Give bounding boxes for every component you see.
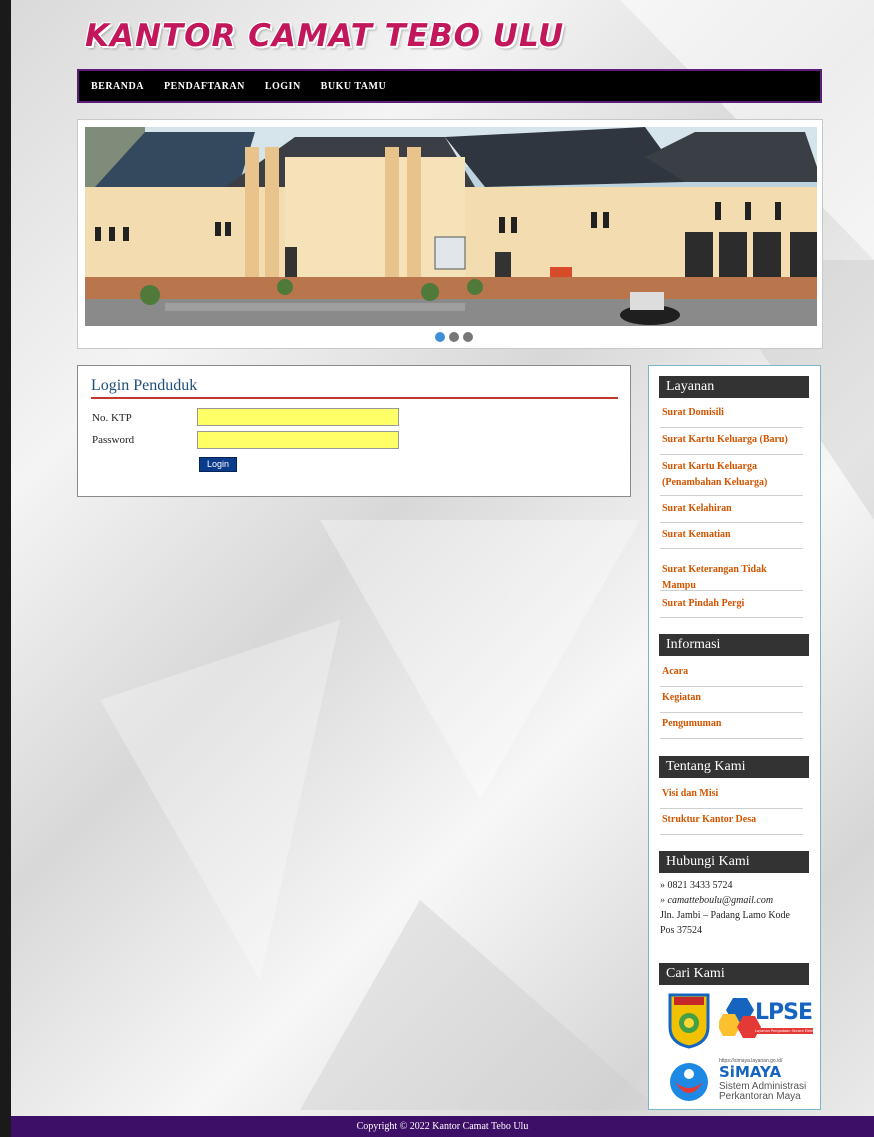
contact-address: Jln. Jambi – Padang Lamo Kode Pos 37524 bbox=[660, 910, 790, 936]
link-acara[interactable]: Acara bbox=[662, 664, 802, 680]
link-surat-kk-baru[interactable]: Surat Kartu Keluarga (Baru) bbox=[662, 432, 802, 448]
divider bbox=[660, 454, 803, 455]
link-surat-kematian[interactable]: Surat Kematian bbox=[662, 527, 802, 543]
divider bbox=[660, 808, 803, 809]
slider-dot-2[interactable] bbox=[449, 332, 459, 342]
hubungi-heading: Hubungi Kami bbox=[659, 851, 809, 873]
login-title: Login Penduduk bbox=[91, 377, 618, 399]
simaya-logo[interactable]: https://simaya.layanan.go.id/ SiMAYA Sis… bbox=[669, 1056, 814, 1106]
left-frame-border bbox=[0, 0, 11, 1137]
slide-image-office-building bbox=[85, 127, 817, 326]
slider-dot-3[interactable] bbox=[463, 332, 473, 342]
kabupaten-tebo-emblem-icon[interactable] bbox=[666, 991, 712, 1049]
divider bbox=[660, 548, 803, 549]
slider-dots bbox=[435, 332, 473, 342]
divider bbox=[660, 495, 803, 496]
nav-item-beranda[interactable]: BERANDA bbox=[91, 81, 144, 92]
footer: Copyright © 2022 Kantor Camat Tebo Ulu bbox=[11, 1116, 874, 1137]
divider bbox=[660, 427, 803, 428]
link-surat-pindah-pergi[interactable]: Surat Pindah Pergi bbox=[662, 596, 802, 612]
divider bbox=[660, 712, 803, 713]
contact-email: » camatteboulu@gmail.com bbox=[660, 895, 774, 906]
ktp-label: No. KTP bbox=[92, 412, 132, 424]
link-surat-kk-penambahan[interactable]: Surat Kartu Keluarga (Penambahan Keluarg… bbox=[662, 459, 802, 491]
divider bbox=[660, 522, 803, 523]
link-kegiatan[interactable]: Kegiatan bbox=[662, 690, 802, 706]
link-surat-domisili[interactable]: Surat Domisili bbox=[662, 405, 802, 421]
lpse-subtitle: Layanan Pengadaan Secara Elektronik bbox=[755, 1028, 813, 1034]
site-title: KANTOR CAMAT TEBO ULU bbox=[85, 18, 565, 54]
tentang-heading: Tentang Kami bbox=[659, 756, 809, 778]
nav-item-pendaftaran[interactable]: PENDAFTARAN bbox=[164, 81, 245, 92]
login-button[interactable]: Login bbox=[199, 457, 237, 472]
slider-dot-1[interactable] bbox=[435, 332, 445, 342]
contact-phone: » 0821 3433 5724 bbox=[660, 880, 733, 891]
login-panel: Login Penduduk No. KTP Password Login bbox=[77, 365, 631, 497]
image-slider bbox=[77, 119, 823, 349]
link-struktur-kantor[interactable]: Struktur Kantor Desa bbox=[662, 812, 802, 828]
password-input[interactable] bbox=[197, 431, 399, 449]
informasi-heading: Informasi bbox=[659, 634, 809, 656]
divider bbox=[660, 686, 803, 687]
divider bbox=[660, 590, 803, 591]
nav-item-buku-tamu[interactable]: BUKU TAMU bbox=[321, 81, 387, 92]
ktp-input[interactable] bbox=[197, 408, 399, 426]
lpse-text: LPSE bbox=[755, 1000, 813, 1025]
layanan-heading: Layanan bbox=[659, 376, 809, 398]
sidebar: Layanan Surat Domisili Surat Kartu Kelua… bbox=[648, 365, 821, 1110]
main-nav: BERANDA PENDAFTARAN LOGIN BUKU TAMU bbox=[77, 69, 822, 103]
simaya-emblem-icon bbox=[670, 1063, 708, 1101]
link-visi-misi[interactable]: Visi dan Misi bbox=[662, 786, 802, 802]
divider bbox=[660, 738, 803, 739]
link-pengumuman[interactable]: Pengumuman bbox=[662, 716, 802, 732]
simaya-line2: Perkantoran Maya bbox=[719, 1091, 801, 1102]
simaya-name: SiMAYA bbox=[719, 1063, 782, 1081]
divider bbox=[660, 834, 803, 835]
link-surat-kelahiran[interactable]: Surat Kelahiran bbox=[662, 501, 802, 517]
lpse-logo[interactable]: LPSE Layanan Pengadaan Secara Elektronik bbox=[719, 996, 814, 1044]
divider bbox=[660, 617, 803, 618]
nav-item-login[interactable]: LOGIN bbox=[265, 81, 301, 92]
password-label: Password bbox=[92, 434, 135, 446]
cari-heading: Cari Kami bbox=[659, 963, 809, 985]
